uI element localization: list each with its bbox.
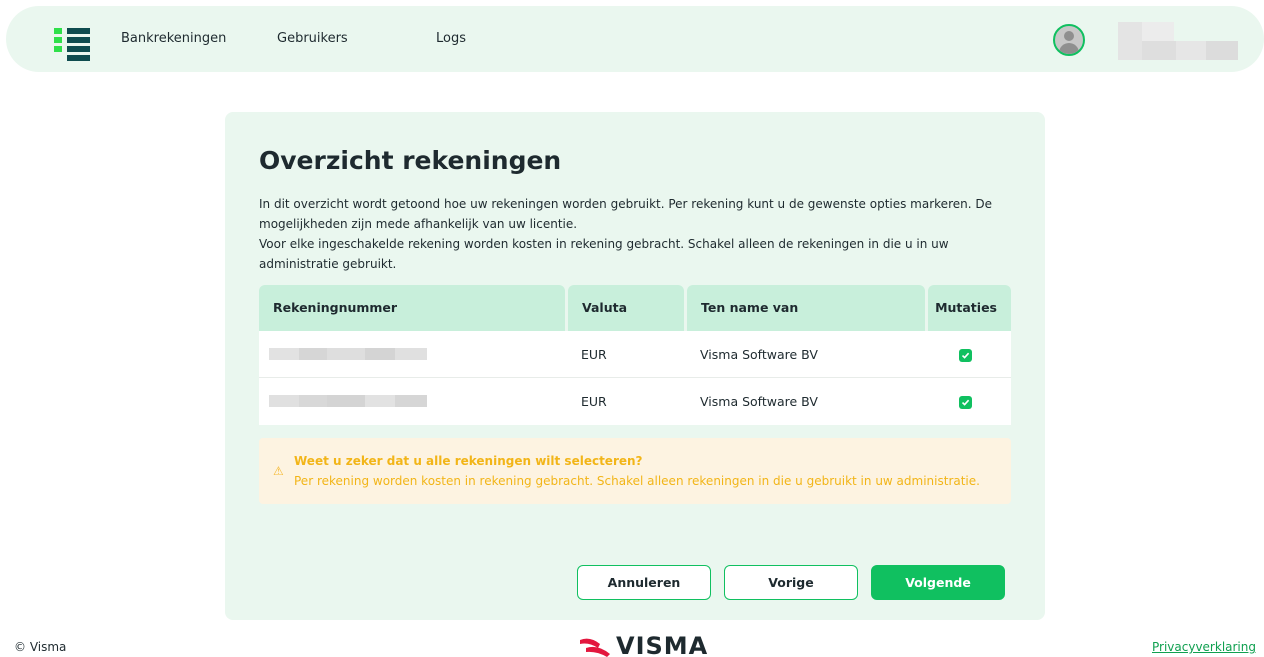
check-icon	[961, 399, 970, 406]
next-button[interactable]: Volgende	[871, 565, 1005, 600]
visma-logo: VISMA	[578, 633, 707, 657]
page-title: Overzicht rekeningen	[259, 146, 562, 175]
accounts-overview-card: Overzicht rekeningen In dit overzicht wo…	[225, 112, 1045, 620]
privacy-link[interactable]: Privacyverklaring	[1152, 640, 1256, 654]
holder-cell: Visma Software BV	[700, 394, 818, 409]
warning-title: Weet u zeker dat u alle rekeningen wilt …	[294, 454, 643, 468]
user-avatar-icon[interactable]	[1053, 24, 1085, 56]
intro-paragraph-1: In dit overzicht wordt getoond hoe uw re…	[259, 197, 992, 231]
currency-cell: EUR	[581, 394, 607, 409]
mutations-checkbox[interactable]	[959, 349, 972, 362]
header-holder: Ten name van	[687, 285, 925, 331]
header-currency: Valuta	[568, 285, 684, 331]
visma-wordmark: VISMA	[616, 632, 709, 657]
check-icon	[961, 352, 970, 359]
accounts-table: Rekeningnummer Valuta Ten name van Mutat…	[259, 285, 1011, 425]
brand-menu-icon[interactable]	[54, 28, 90, 62]
warning-alert: ⚠ Weet u zeker dat u alle rekeningen wil…	[259, 438, 1011, 504]
table-row: EUR Visma Software BV	[259, 331, 1011, 378]
nav-gebruikers[interactable]: Gebruikers	[277, 31, 348, 46]
currency-cell: EUR	[581, 347, 607, 362]
copyright-text: © Visma	[14, 640, 67, 654]
cancel-button[interactable]: Annuleren	[577, 565, 711, 600]
warning-text: Per rekening worden kosten in rekening g…	[294, 474, 980, 488]
mutations-checkbox[interactable]	[959, 396, 972, 409]
header-mutations: Mutaties	[928, 285, 1011, 331]
top-navigation: Bankrekeningen Gebruikers Logs	[6, 6, 1264, 72]
user-name-redacted[interactable]	[1118, 22, 1238, 60]
table-row: EUR Visma Software BV	[259, 378, 1011, 425]
intro-paragraph-2: Voor elke ingeschakelde rekening worden …	[259, 237, 949, 271]
visma-swoosh-icon	[580, 638, 610, 657]
account-number-redacted	[269, 395, 427, 407]
intro-text: In dit overzicht wordt getoond hoe uw re…	[259, 194, 1019, 274]
holder-cell: Visma Software BV	[700, 347, 818, 362]
previous-button[interactable]: Vorige	[724, 565, 858, 600]
account-number-redacted	[269, 348, 427, 360]
nav-logs[interactable]: Logs	[436, 31, 466, 46]
nav-bankrekeningen[interactable]: Bankrekeningen	[121, 31, 226, 46]
table-header: Rekeningnummer Valuta Ten name van Mutat…	[259, 285, 1011, 331]
warning-icon: ⚠	[273, 464, 284, 478]
header-account: Rekeningnummer	[259, 285, 565, 331]
